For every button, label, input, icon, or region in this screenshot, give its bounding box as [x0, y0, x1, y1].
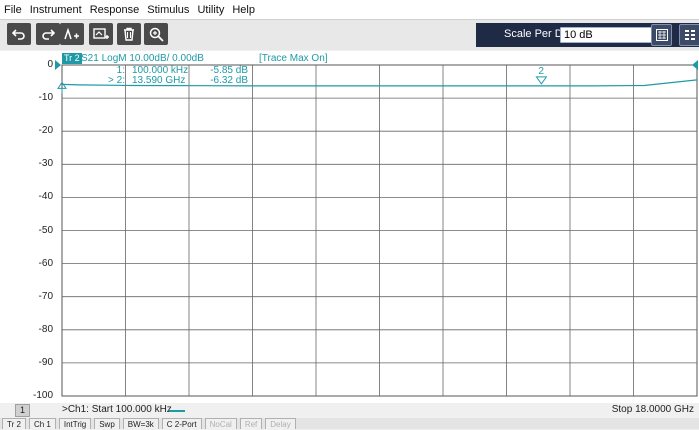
- zoom-icon: [149, 27, 164, 42]
- frequency-range-bar: 1 >Ch1: Start 100.000 kHz Stop 18.0000 G…: [0, 403, 699, 417]
- status-bar-item[interactable]: Swp: [94, 418, 120, 429]
- menu-file[interactable]: File: [0, 4, 26, 16]
- channel-number[interactable]: 1: [15, 404, 30, 417]
- trace-status: [Trace Max On]: [259, 53, 328, 64]
- y-tick-label: -40: [38, 191, 53, 203]
- add-window-icon: [93, 28, 109, 39]
- status-bar-item[interactable]: IntTrig: [58, 418, 92, 429]
- menu-utility[interactable]: Utility: [193, 4, 228, 16]
- reference-level-arrow: [55, 60, 61, 70]
- softkey-menu-button[interactable]: [679, 24, 699, 46]
- stop-frequency-label[interactable]: Stop 18.0000 GHz: [612, 403, 694, 417]
- menu-help[interactable]: Help: [228, 4, 259, 16]
- status-bar-item[interactable]: Ch 1: [28, 418, 56, 429]
- menu-bar: File Instrument Response Stimulus Utilit…: [0, 0, 699, 20]
- start-frequency-label[interactable]: >Ch1: Start 100.000 kHz: [62, 403, 172, 417]
- trace-legend-line: [169, 410, 185, 412]
- y-tick-label: -70: [38, 290, 53, 302]
- y-tick-label: -60: [38, 257, 53, 269]
- undo-button[interactable]: [7, 23, 31, 45]
- zoom-button[interactable]: [144, 23, 168, 45]
- trace-plot[interactable]: [0, 51, 699, 403]
- grid-menu-icon: [685, 30, 695, 40]
- status-bar-item[interactable]: Tr 2: [2, 418, 26, 429]
- trace-title[interactable]: S21 LogM 10.00dB/ 0.00dB: [81, 53, 204, 64]
- scale-per-division-input[interactable]: 10 dB: [560, 27, 653, 43]
- measurement-display[interactable]: 0 -10 -20 -30 -40 -50 -60 -70 -80 -90 -100 Tr 2 S2…: [0, 51, 699, 403]
- marker-2-flag[interactable]: 2: [538, 66, 544, 77]
- trash-icon: [124, 27, 134, 41]
- marker-value: -6.32 dB: [210, 75, 248, 86]
- status-bar-item[interactable]: NoCal: [204, 418, 237, 429]
- y-tick-label: -30: [38, 158, 53, 170]
- menu-instrument[interactable]: Instrument: [26, 4, 86, 16]
- status-bar-item[interactable]: BW=3k: [122, 418, 159, 429]
- undo-icon: [12, 29, 25, 40]
- keypad-button[interactable]: [651, 24, 672, 46]
- redo-icon: [42, 29, 55, 40]
- status-bar: Tr 2 Ch 1 IntTrig Swp BW=3k C 2-Port NoCal Ref D…: [0, 418, 699, 429]
- y-tick-label: 0: [47, 59, 53, 70]
- status-bar-item[interactable]: Ref: [239, 418, 263, 429]
- add-trace-icon: [64, 27, 79, 40]
- y-tick-label: -90: [38, 356, 53, 368]
- y-tick-label: -10: [38, 92, 53, 104]
- scale-panel: Scale Per Division 10 dB: [476, 23, 699, 47]
- redo-button[interactable]: [36, 23, 60, 45]
- y-tick-label: -20: [38, 125, 53, 137]
- y-tick-label: -100: [32, 390, 53, 401]
- status-bar-item[interactable]: Delay: [265, 418, 296, 429]
- add-window-button[interactable]: [89, 23, 113, 45]
- delete-button[interactable]: [117, 23, 141, 45]
- marker-label: > 2:: [108, 75, 125, 86]
- menu-stimulus[interactable]: Stimulus: [143, 4, 193, 16]
- trace-tag[interactable]: Tr 2: [62, 53, 82, 64]
- menu-response[interactable]: Response: [86, 4, 144, 16]
- add-trace-button[interactable]: [60, 23, 84, 45]
- marker-frequency: 13.590 GHz: [132, 75, 186, 86]
- y-tick-label: -50: [38, 224, 53, 236]
- status-bar-item[interactable]: C 2-Port: [161, 418, 202, 429]
- toolbar: Scale Per Division 10 dB: [0, 20, 699, 50]
- keypad-icon: [655, 29, 668, 41]
- y-tick-label: -80: [38, 323, 53, 335]
